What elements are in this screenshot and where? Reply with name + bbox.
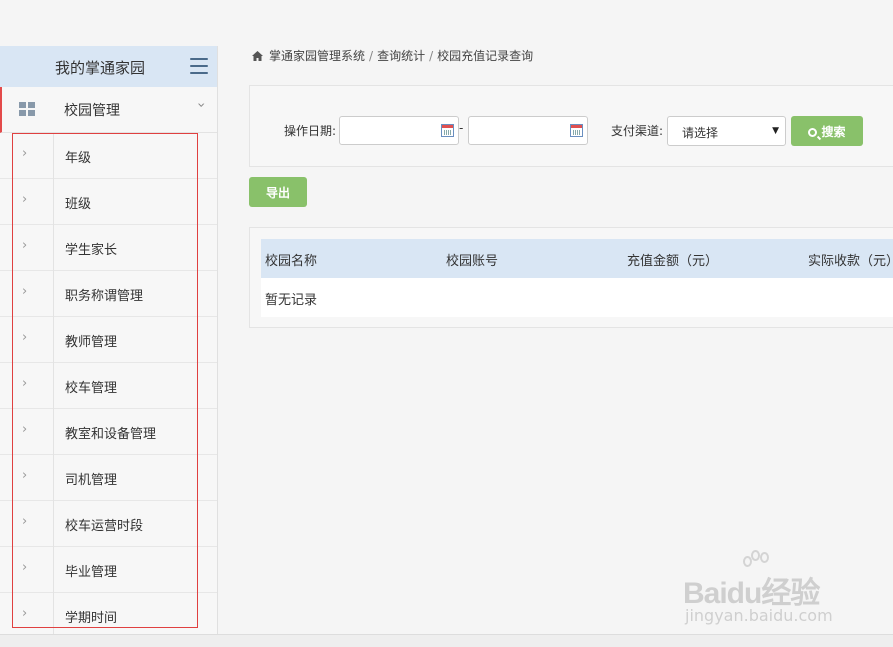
menu-icon[interactable] xyxy=(190,58,208,74)
chevron-right-icon: › xyxy=(22,284,28,299)
select-value: 请选择 xyxy=(682,126,719,140)
baidu-watermark: Baidu经验 jingyan.baidu.com xyxy=(683,550,848,630)
search-icon xyxy=(808,128,818,137)
calendar-icon[interactable] xyxy=(441,124,454,137)
sidebar-item[interactable]: › 学生家长 xyxy=(0,225,217,271)
search-button-label: 搜索 xyxy=(821,125,846,139)
sidebar-header: 我的掌通家园 xyxy=(0,46,217,87)
sidebar-section-label: 校园管理 xyxy=(64,103,120,119)
sidebar-item[interactable]: › 学期时间 xyxy=(0,593,217,639)
sidebar-title: 我的掌通家园 xyxy=(55,59,146,77)
chevron-right-icon: › xyxy=(22,192,28,207)
sidebar-item-label: 教室和设备管理 xyxy=(65,427,157,442)
sidebar-item[interactable]: › 班级 xyxy=(0,179,217,225)
breadcrumb-item[interactable]: 查询统计 xyxy=(377,49,425,63)
sidebar-item-label: 学期时间 xyxy=(65,611,118,626)
sidebar-item-label: 教师管理 xyxy=(65,335,118,350)
export-button-label: 导出 xyxy=(265,186,290,200)
chevron-right-icon: › xyxy=(22,514,28,529)
sidebar-item-label: 年级 xyxy=(65,151,92,166)
sidebar-submenu: › 年级 › 班级 › 学生家长 › 职务称谓管理 › 教师管理 › 校车管理 › 教室和设备… xyxy=(0,133,217,639)
sidebar-item[interactable]: › 司机管理 xyxy=(0,455,217,501)
sidebar-item[interactable]: › 职务称谓管理 xyxy=(0,271,217,317)
breadcrumb-item: 校园充值记录查询 xyxy=(437,49,534,63)
end-date-input[interactable] xyxy=(468,116,588,145)
sidebar-section-campus[interactable]: 校园管理 › xyxy=(0,87,217,133)
bottom-scrollbar[interactable] xyxy=(0,634,893,647)
channel-label: 支付渠道: xyxy=(611,124,664,138)
chevron-right-icon: › xyxy=(22,468,28,483)
date-separator: - xyxy=(459,121,464,135)
start-date-input[interactable] xyxy=(339,116,459,145)
sidebar-item[interactable]: › 教室和设备管理 xyxy=(0,409,217,455)
sidebar-item-label: 毕业管理 xyxy=(65,565,118,580)
watermark-url: jingyan.baidu.com xyxy=(685,606,833,625)
sidebar-item-label: 班级 xyxy=(65,197,92,212)
home-icon[interactable] xyxy=(252,50,263,61)
sidebar-item-label: 校车运营时段 xyxy=(65,519,144,534)
sidebar-item[interactable]: › 教师管理 xyxy=(0,317,217,363)
sidebar-item-label: 校车管理 xyxy=(65,381,118,396)
column-header: 校园名称 xyxy=(265,254,318,269)
sidebar-item[interactable]: › 年级 xyxy=(0,133,217,179)
grid-icon xyxy=(19,102,35,116)
column-header: 充值金额（元） xyxy=(627,254,719,269)
chevron-right-icon: › xyxy=(22,422,28,437)
sidebar-item[interactable]: › 校车管理 xyxy=(0,363,217,409)
chevron-right-icon: › xyxy=(22,238,28,253)
chevron-down-icon: › xyxy=(192,102,209,108)
column-header: 校园账号 xyxy=(446,254,499,269)
chevron-right-icon: › xyxy=(22,146,28,161)
sidebar-item[interactable]: › 校车运营时段 xyxy=(0,501,217,547)
calendar-icon[interactable] xyxy=(570,124,583,137)
sidebar-item[interactable]: › 毕业管理 xyxy=(0,547,217,593)
results-table: 校园名称 校园账号 充值金额（元） 实际收款（元） 暂无记录 xyxy=(249,227,893,328)
caret-down-icon: ▼ xyxy=(772,126,779,136)
sidebar-item-label: 职务称谓管理 xyxy=(65,289,144,304)
column-header: 实际收款（元） xyxy=(808,254,893,269)
chevron-right-icon: › xyxy=(22,606,28,621)
sidebar-item-label: 司机管理 xyxy=(65,473,118,488)
date-label: 操作日期: xyxy=(284,124,337,138)
chevron-right-icon: › xyxy=(22,330,28,345)
chevron-right-icon: › xyxy=(22,560,28,575)
table-row: 暂无记录 xyxy=(261,278,893,317)
sidebar: 我的掌通家园 校园管理 › › 年级 › 班级 › 学生家长 › 职务称谓管理 › 教师管… xyxy=(0,46,218,639)
search-button[interactable]: 搜索 xyxy=(791,116,863,146)
export-button[interactable]: 导出 xyxy=(249,177,307,207)
table-header: 校园名称 校园账号 充值金额（元） 实际收款（元） xyxy=(261,239,893,278)
sidebar-item-label: 学生家长 xyxy=(65,243,118,258)
empty-message: 暂无记录 xyxy=(265,293,318,308)
breadcrumb: 掌通家园管理系统 / 查询统计 / 校园充值记录查询 xyxy=(252,47,533,64)
chevron-right-icon: › xyxy=(22,376,28,391)
breadcrumb-item[interactable]: 掌通家园管理系统 xyxy=(269,49,365,63)
payment-channel-select[interactable]: 请选择 ▼ xyxy=(667,116,786,146)
